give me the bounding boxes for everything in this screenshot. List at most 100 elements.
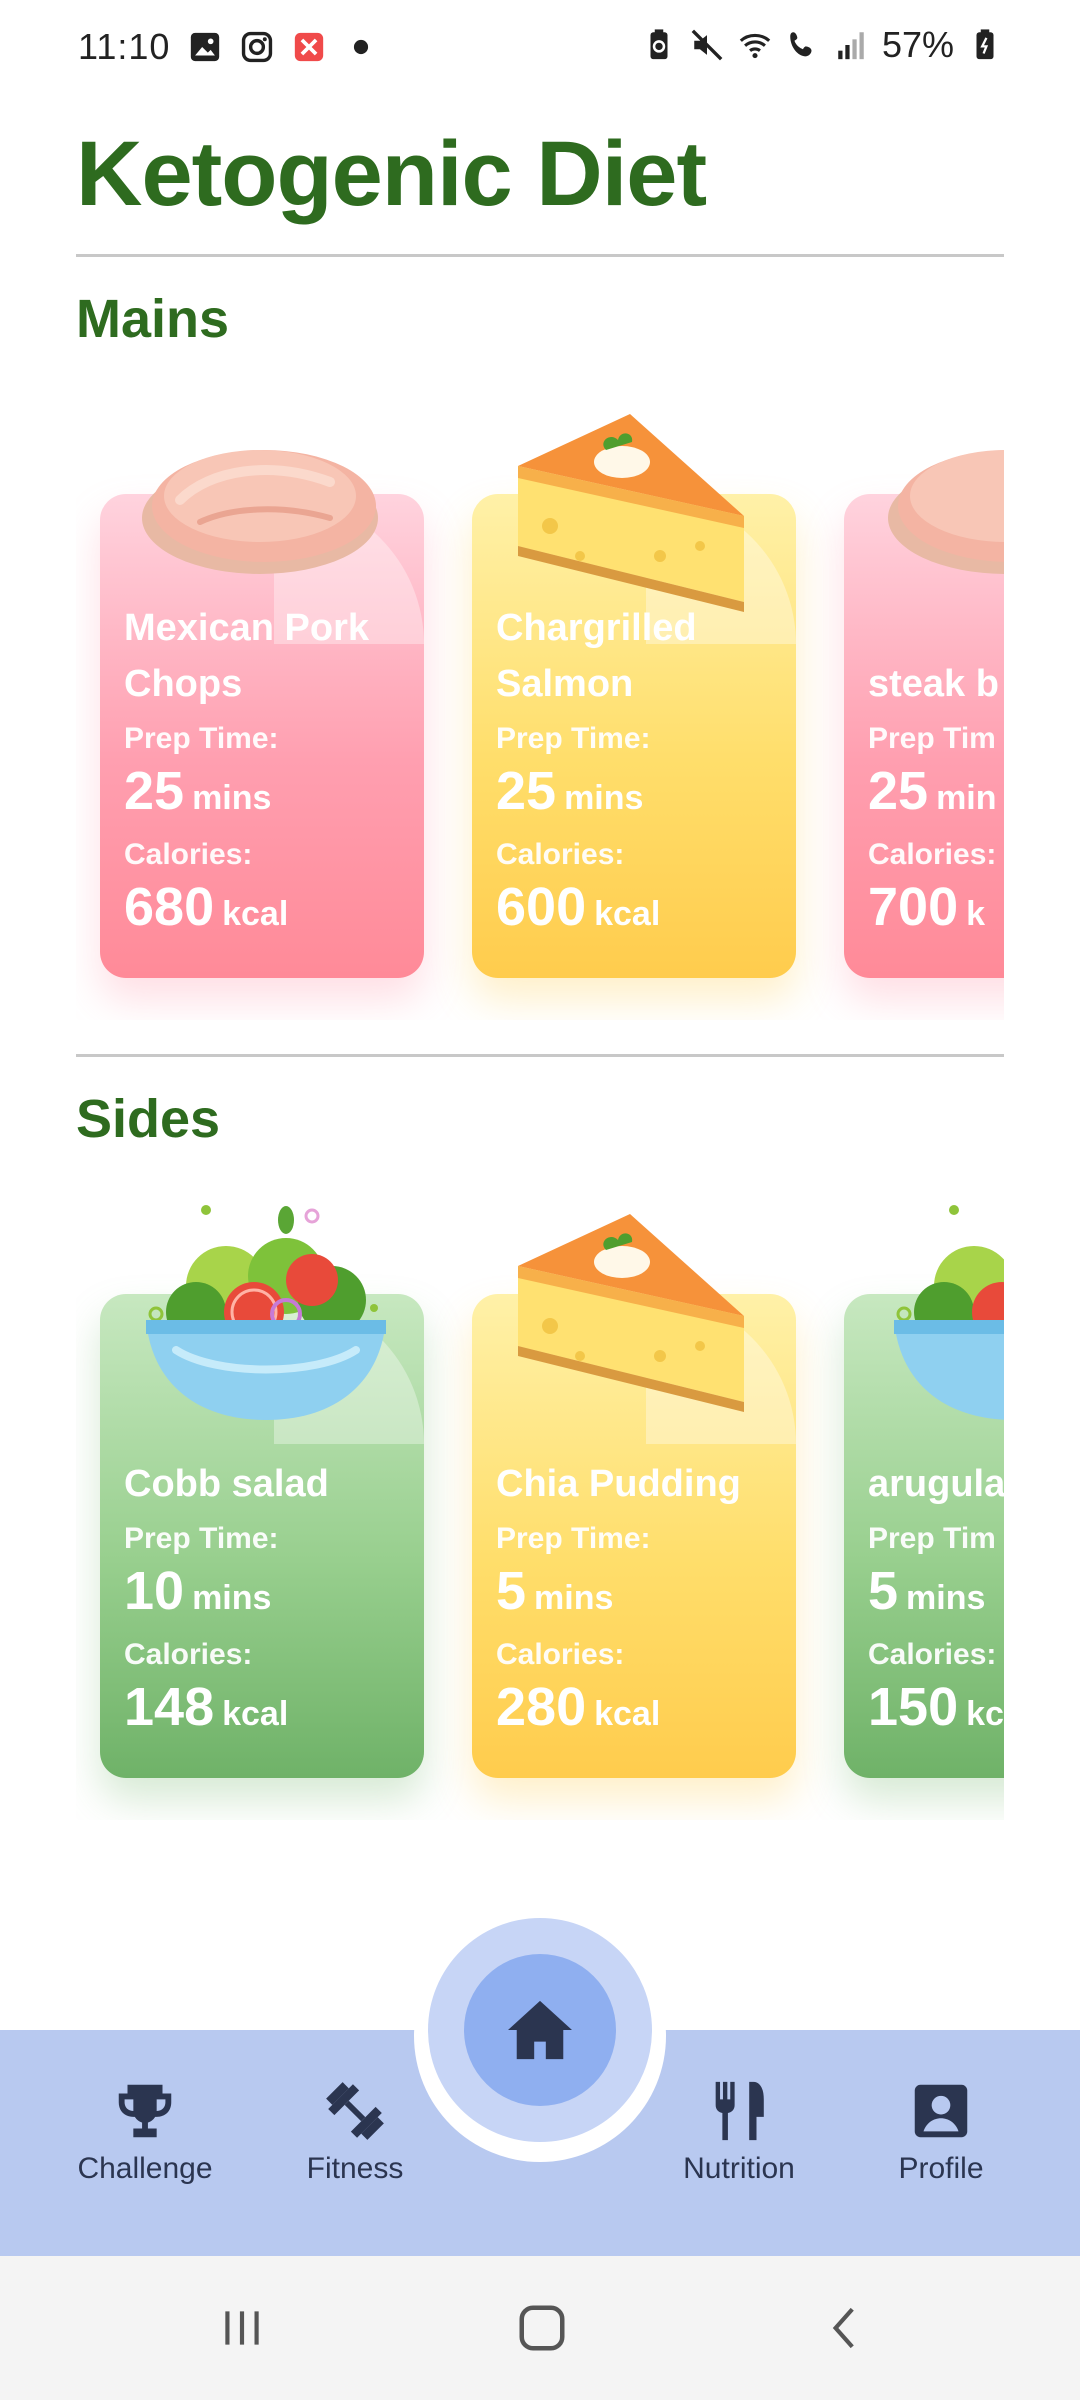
calories-value: 148 kcal [124, 1676, 288, 1738]
nav-profile[interactable]: Profile [856, 2076, 1026, 2186]
prep-time-value: 5 mins [868, 1560, 985, 1622]
prep-time-label: Prep Time: [124, 722, 279, 755]
gallery-icon [190, 32, 220, 62]
nav-label: Nutrition [683, 2152, 795, 2185]
calories-value: 280 kcal [496, 1676, 660, 1738]
recipe-name: steak b [868, 663, 999, 705]
prep-time-label: Prep Time: [496, 722, 651, 755]
recipe-name: arugula [868, 1463, 1004, 1505]
prep-time-value: 25 mins [496, 760, 643, 822]
nav-label: Fitness [306, 2152, 404, 2185]
dot-icon [353, 39, 369, 55]
nav-challenge[interactable]: Challenge [60, 2076, 230, 2186]
calories-number: 148 [124, 1677, 215, 1737]
recipe-name: Mexican Pork Chops [124, 607, 369, 705]
mains-cards-row[interactable]: Mexican Pork Chops Prep Time: 25 mins Cal… [76, 400, 1004, 1020]
section-title-sides: Sides [76, 1089, 221, 1149]
sides-cards-row[interactable]: Cobb salad Prep Time: 10 mins Calories: 1… [76, 1200, 1004, 1820]
status-left-icons [188, 30, 378, 64]
status-time: 11:10 [78, 26, 171, 67]
calories-unit: k [966, 895, 986, 933]
calories-unit: kcal [222, 895, 289, 933]
calories-label: Calories: [496, 838, 625, 871]
prep-time-unit: mins [192, 779, 272, 817]
calories-number: 150 [868, 1677, 959, 1737]
nav-nutrition[interactable]: Nutrition [654, 2076, 824, 2186]
prep-time-unit: mins [906, 1579, 986, 1617]
recents-icon [225, 2311, 259, 2345]
prep-time-unit: min [936, 779, 997, 817]
prep-time-label: Prep Tim [868, 1522, 996, 1555]
salad-bowl-image [894, 1205, 1004, 1420]
instagram-icon [241, 31, 273, 63]
prep-time-label: Prep Tim [868, 722, 996, 755]
nav-home-button[interactable] [464, 1954, 616, 2106]
calories-unit: kcal [594, 1695, 661, 1733]
calories-label: Calories: [124, 1638, 253, 1671]
prep-time-value: 10 mins [124, 1560, 271, 1622]
recipe-name: Chargrilled Salmon [496, 607, 697, 705]
signal-icon [838, 32, 864, 60]
battery-icon [976, 29, 994, 60]
calories-unit: kc [966, 1695, 1004, 1733]
calories-number: 680 [124, 877, 215, 937]
divider [76, 1054, 1004, 1057]
calories-number: 280 [496, 1677, 587, 1737]
screen: 11:10 57% Ketogenic Diet Mains Mexican P… [0, 0, 1080, 2400]
mute-icon [691, 29, 723, 61]
calories-unit: kcal [594, 895, 661, 933]
nav-label: Challenge [77, 2152, 213, 2185]
notification-x-icon [294, 32, 324, 62]
prep-time-number: 25 [124, 761, 185, 821]
chicken-breast-image [142, 450, 378, 574]
wifi-call-icon [790, 32, 812, 57]
home-outline-icon [519, 2305, 565, 2351]
prep-time-number: 10 [124, 1561, 185, 1621]
calories-label: Calories: [124, 838, 253, 871]
calories-number: 700 [868, 877, 959, 937]
dumbbell-icon [326, 2082, 384, 2140]
divider [76, 254, 1004, 257]
chicken-breast-image [888, 450, 1004, 574]
status-bar: 11:10 57% [0, 0, 1080, 96]
calories-label: Calories: [868, 1638, 997, 1671]
prep-time-unit: mins [192, 1579, 272, 1617]
calories-label: Calories: [868, 838, 997, 871]
status-right-icons: 57% [642, 24, 1002, 66]
calories-number: 600 [496, 877, 587, 937]
recents-button[interactable] [202, 2296, 282, 2360]
prep-time-value: 25 min [868, 760, 997, 822]
cheesecake-image [518, 1214, 744, 1412]
back-icon [832, 2307, 854, 2349]
page-title: Ketogenic Diet [76, 123, 707, 225]
prep-time-label: Prep Time: [124, 1522, 279, 1555]
home-system-button[interactable] [502, 2296, 582, 2360]
battery-saver-icon [650, 29, 668, 60]
prep-time-value: 25 mins [124, 760, 271, 822]
home-icon [508, 2000, 572, 2060]
calories-label: Calories: [496, 1638, 625, 1671]
profile-icon [914, 2084, 968, 2138]
battery-percentage: 57% [881, 24, 954, 65]
section-title-mains: Mains [76, 289, 230, 349]
fork-knife-icon [715, 2081, 764, 2141]
nav-fitness[interactable]: Fitness [270, 2076, 440, 2186]
wifi-icon [739, 33, 771, 59]
prep-time-label: Prep Time: [496, 1522, 651, 1555]
calories-value: 700 k [868, 876, 985, 938]
calories-unit: kcal [222, 1695, 289, 1733]
system-nav-bar [0, 2256, 1080, 2400]
cheesecake-image [518, 414, 744, 612]
prep-time-number: 5 [868, 1561, 899, 1621]
prep-time-unit: mins [564, 779, 644, 817]
prep-time-number: 5 [496, 1561, 527, 1621]
prep-time-value: 5 mins [496, 1560, 613, 1622]
calories-value: 150 kc [868, 1676, 1004, 1738]
trophy-icon [118, 2084, 172, 2138]
back-button[interactable] [806, 2296, 886, 2360]
prep-time-unit: mins [534, 1579, 614, 1617]
calories-value: 600 kcal [496, 876, 660, 938]
recipe-name: Cobb salad [124, 1463, 329, 1505]
calories-value: 680 kcal [124, 876, 288, 938]
prep-time-number: 25 [496, 761, 557, 821]
